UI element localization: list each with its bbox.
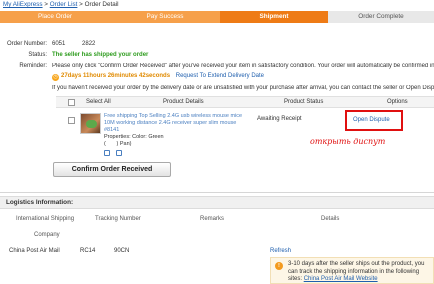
clock-icon: ◷ [52,74,59,81]
china-post-website-link[interactable]: China Post Air Mail Website [304,276,378,282]
tracking-info: 3-10 days after the seller ships out the… [288,261,434,284]
reminder-label: Reminder: [19,63,47,69]
order-number-value: 6051 2822 [52,41,96,47]
status-label: Status: [28,52,47,58]
header-international-shipping: International Shipping [16,216,75,222]
snapshot-icon[interactable] [104,150,110,156]
extend-delivery-link[interactable]: Request To Extend Delivery Date [176,73,264,79]
product-details-header: Product Details [163,99,204,105]
timer-row: ◷ 27days 11hours 26minutes 42seconds Requ… [52,73,264,81]
select-all-checkbox[interactable] [68,99,75,106]
product-extra: ( ) Pan) [104,140,132,147]
refresh-link[interactable]: Refresh [270,248,291,254]
product-status: Awaiting Receipt [257,116,302,122]
product-color: Properties: Color: Green [104,134,164,140]
select-all-label: Select All [86,99,111,105]
status-value: The seller has shipped your order [52,52,149,58]
order-number-label: Order Number: [6,41,47,47]
tracking-number-part1: RC14 [80,248,96,254]
options-header: Options [387,99,408,105]
handwritten-annotation: открыть диспут [310,137,386,146]
header-tracking-number: Tracking Number [95,216,141,222]
section-divider [0,192,434,193]
countdown-timer: 27days 11hours 26minutes 42seconds [61,73,171,79]
product-thumbnail[interactable] [80,113,101,134]
logistics-title: Logistics Information: [0,196,434,209]
confirm-order-received-button[interactable]: Confirm Order Received [53,162,171,177]
product-properties: Properties: Color: Green ( ) Pan) [104,134,164,147]
message-icon[interactable] [116,150,122,156]
info-icon: ! [275,262,283,270]
product-table-header: Select All Product Details Product Statu… [56,96,434,108]
header-details: Details [321,216,340,222]
header-remarks: Remarks [200,216,225,222]
product-title-link[interactable]: Free shipping Top Selling 2.4G usb wirel… [104,113,252,134]
tracking-number-part2: 90CN [114,248,130,254]
product-status-header: Product Status [284,99,324,105]
dispute-note: If you haven't received your order by th… [52,85,434,91]
shipping-company: China Post Air Mail [9,248,60,254]
open-dispute-link[interactable]: Open Dispute [353,117,390,123]
reminder-text: Please only click "Confirm Order Receive… [52,63,434,69]
header-company: Company [34,232,60,238]
product-checkbox[interactable] [68,117,75,124]
